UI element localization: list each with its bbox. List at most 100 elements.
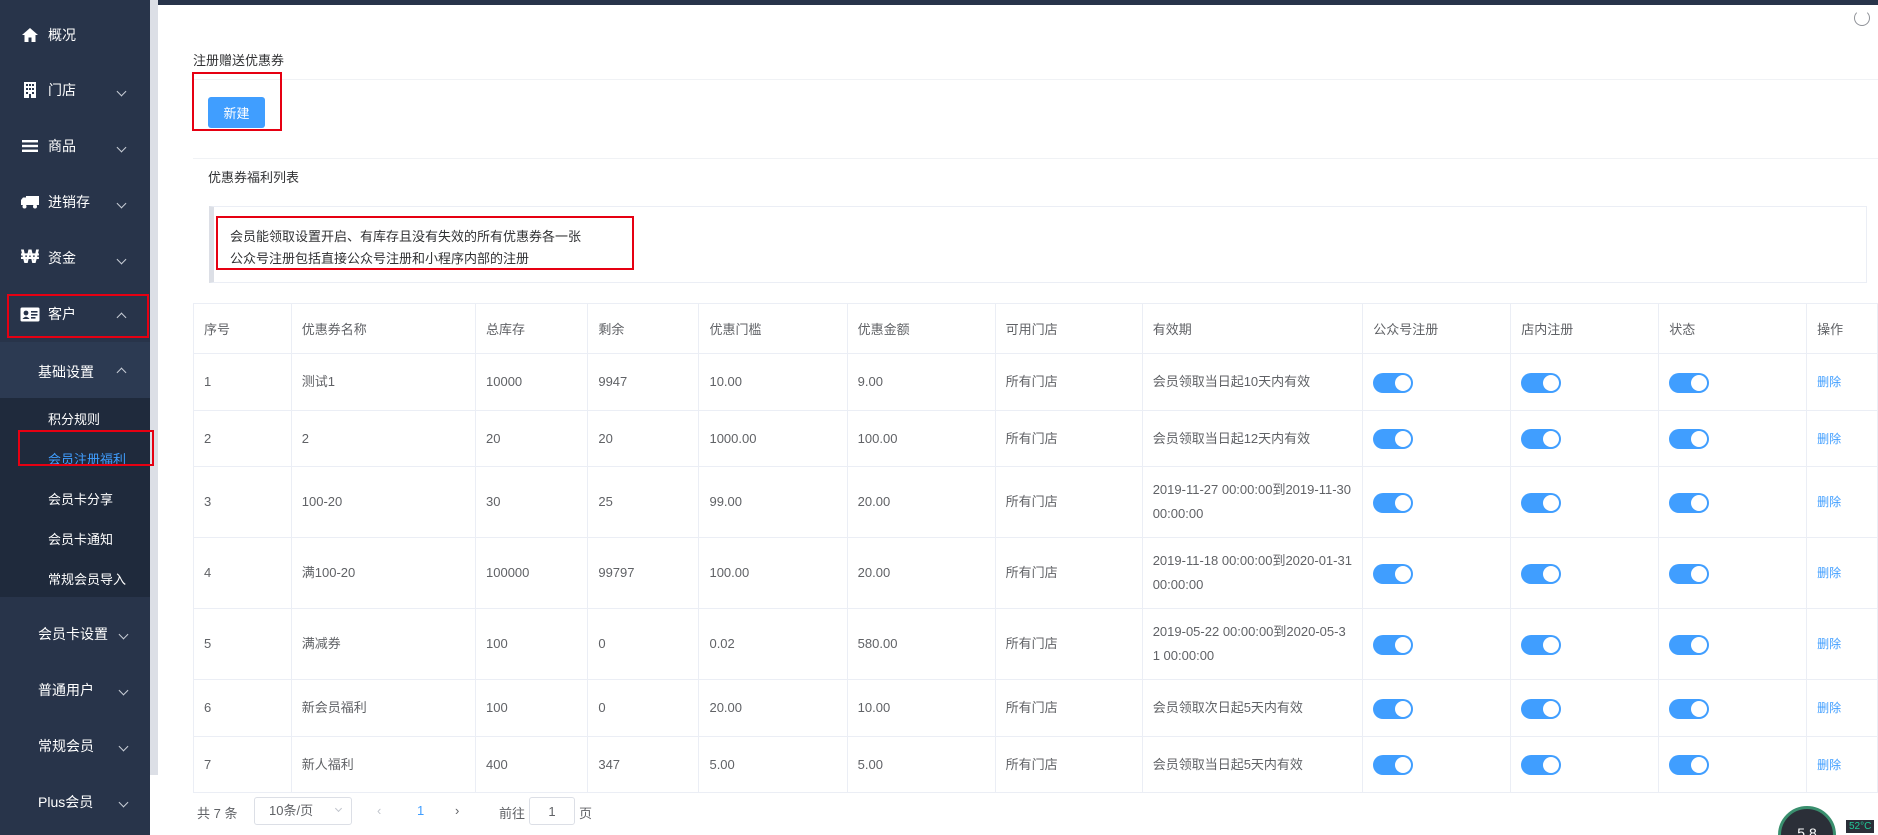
cell-status (1658, 537, 1808, 609)
col-header: 可用门店 (994, 303, 1143, 354)
wechat-register-toggle[interactable] (1373, 372, 1414, 393)
cell-action: 删除 (1806, 466, 1878, 538)
status-toggle[interactable] (1669, 372, 1710, 393)
col-header: 优惠门槛 (698, 303, 848, 354)
cell-wechat-register (1362, 736, 1512, 793)
instore-register-toggle[interactable] (1521, 372, 1562, 393)
cell-validity: 会员领取当日起5天内有效 (1141, 736, 1364, 793)
cell-validity: 2019-11-18 00:00:00到2020-01-31 00:00:00 (1141, 537, 1364, 609)
status-toggle[interactable] (1669, 492, 1710, 513)
divider (193, 79, 1878, 80)
highlight-box-notice (216, 216, 634, 270)
col-header: 店内注册 (1510, 303, 1660, 354)
menu-normal-users[interactable]: 普通用户 (0, 660, 150, 716)
nav-inventory[interactable]: 进销存 (0, 174, 150, 230)
coupon-table: 序号 优惠券名称 总库存 剩余 优惠门槛 优惠金额 可用门店 有效期 公众号注册… (193, 303, 1878, 793)
cell-threshold: 10.00 (698, 353, 848, 411)
delete-link[interactable]: 删除 (1817, 432, 1841, 446)
submenu-label: 基础设置 (38, 364, 94, 380)
instore-register-toggle[interactable] (1521, 563, 1562, 584)
delete-link[interactable]: 删除 (1817, 566, 1841, 580)
menu-member-import[interactable]: 常规会员导入 (48, 569, 126, 588)
status-toggle[interactable] (1669, 755, 1710, 776)
cell-no: 4 (193, 537, 292, 609)
nav-label: 门店 (48, 82, 76, 98)
nav-funds[interactable]: ₩ 资金 (0, 230, 150, 286)
cell-wechat-register (1362, 410, 1512, 467)
table-row: 1 测试1 10000 9947 10.00 9.00 所有门店 会员领取当日起… (193, 353, 1878, 411)
page-title: 注册赠送优惠券 (193, 53, 285, 68)
nav-products[interactable]: 商品 (0, 118, 150, 174)
prev-page-button[interactable]: ‹ (377, 803, 381, 818)
menu-plus-members[interactable]: Plus会员 (0, 772, 150, 828)
col-header: 优惠券名称 (290, 303, 477, 354)
cell-remain: 0 (587, 608, 700, 680)
cell-name: 满减券 (290, 608, 477, 680)
list-icon (20, 136, 40, 156)
col-header: 操作 (1806, 303, 1878, 354)
delete-link[interactable]: 删除 (1817, 701, 1841, 715)
cell-wechat-register (1362, 466, 1512, 538)
page-size-select[interactable]: 10条/页 (254, 797, 352, 825)
speed-widget[interactable]: 5.8 (1778, 806, 1836, 835)
menu-member-card-share[interactable]: 会员卡分享 (48, 489, 113, 508)
delete-link[interactable]: 删除 (1817, 758, 1841, 772)
cell-instore-register (1510, 353, 1660, 411)
sidebar-scrollbar[interactable] (150, 0, 158, 775)
cell-threshold: 1000.00 (698, 410, 848, 467)
cell-name: 新会员福利 (290, 679, 477, 737)
menu-points-rules[interactable]: 积分规则 (48, 409, 100, 428)
pagination-total: 共 7 条 (197, 806, 238, 821)
instore-register-toggle[interactable] (1521, 492, 1562, 513)
wechat-register-toggle[interactable] (1373, 755, 1414, 776)
cell-store: 所有门店 (994, 537, 1143, 609)
instore-register-toggle[interactable] (1521, 634, 1562, 655)
delete-link[interactable]: 删除 (1817, 495, 1841, 509)
nav-stores[interactable]: 门店 (0, 62, 150, 118)
cell-store: 所有门店 (994, 353, 1143, 411)
cell-name: 满100-20 (290, 537, 477, 609)
cell-remain: 9947 (587, 353, 700, 411)
wechat-register-toggle[interactable] (1373, 492, 1414, 513)
cell-status (1658, 608, 1808, 680)
cell-remain: 347 (587, 736, 700, 793)
cell-wechat-register (1362, 608, 1512, 680)
menu-member-card-notify[interactable]: 会员卡通知 (48, 529, 113, 548)
status-toggle[interactable] (1669, 563, 1710, 584)
table-row: 2 2 20 20 1000.00 100.00 所有门店 会员领取当日起12天… (193, 410, 1878, 467)
cell-amount: 580.00 (846, 608, 996, 680)
wechat-register-toggle[interactable] (1373, 634, 1414, 655)
refresh-icon[interactable] (1854, 10, 1870, 26)
status-toggle[interactable] (1669, 429, 1710, 450)
delete-link[interactable]: 删除 (1817, 637, 1841, 651)
submenu-basic-settings[interactable]: 基础设置 (0, 342, 150, 398)
status-toggle[interactable] (1669, 698, 1710, 719)
cell-threshold: 100.00 (698, 537, 848, 609)
cell-validity: 2019-11-27 00:00:00到2019-11-30 00:00:00 (1141, 466, 1364, 538)
page-number-current[interactable]: 1 (417, 803, 424, 818)
cell-wechat-register (1362, 537, 1512, 609)
status-toggle[interactable] (1669, 634, 1710, 655)
instore-register-toggle[interactable] (1521, 698, 1562, 719)
delete-link[interactable]: 删除 (1817, 375, 1841, 389)
cell-total: 10000 (475, 353, 589, 411)
wechat-register-toggle[interactable] (1373, 698, 1414, 719)
instore-register-toggle[interactable] (1521, 429, 1562, 450)
menu-regular-members[interactable]: 常规会员 (0, 716, 150, 772)
sidebar: 概况 门店 商品 进销存 ₩ 资金 客户 基础设置 积分规则 会员注册福利 会员… (0, 0, 150, 835)
menu-member-card-settings[interactable]: 会员卡设置 (0, 604, 150, 660)
group-label: 会员卡设置 (38, 626, 108, 642)
next-page-button[interactable]: › (455, 803, 459, 818)
goto-page-input[interactable] (529, 797, 575, 825)
cell-no: 6 (193, 679, 292, 737)
cell-instore-register (1510, 679, 1660, 737)
nav-overview[interactable]: 概况 (0, 7, 150, 63)
wechat-register-toggle[interactable] (1373, 563, 1414, 584)
cell-wechat-register (1362, 353, 1512, 411)
col-header: 有效期 (1141, 303, 1364, 354)
cell-instore-register (1510, 537, 1660, 609)
wechat-register-toggle[interactable] (1373, 429, 1414, 450)
cell-action: 删除 (1806, 353, 1878, 411)
building-icon (20, 80, 40, 100)
instore-register-toggle[interactable] (1521, 755, 1562, 776)
